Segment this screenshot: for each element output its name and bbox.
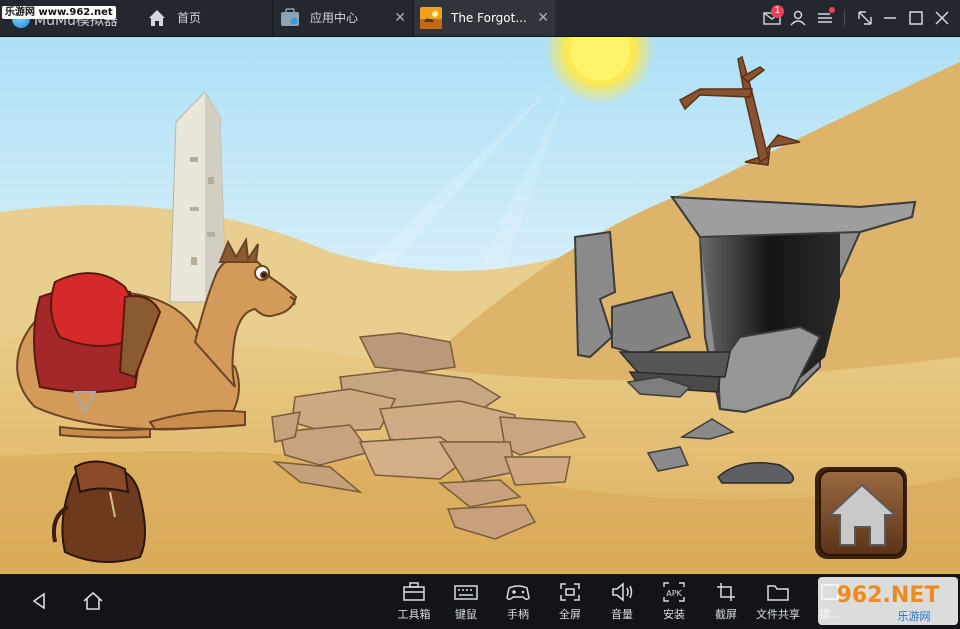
bottom-toolbar: 工具箱 键鼠 手柄 全屏 音量 APK 安装 截屏 文件共享 — [0, 575, 960, 629]
folder-icon — [767, 585, 789, 601]
tab-game-label: The Forgot... — [451, 11, 527, 25]
tab-game-close-icon[interactable]: ✕ — [537, 0, 549, 36]
keyboard-mouse-label: 键鼠 — [455, 608, 477, 621]
tab-app-center-label: 应用中心 — [310, 11, 359, 25]
android-home-icon[interactable] — [80, 588, 106, 614]
notification-badge: 1 — [771, 5, 784, 18]
file-share-button[interactable]: 文件共享 — [754, 581, 802, 627]
volume-icon — [612, 582, 633, 602]
volume-button[interactable]: 音量 — [598, 581, 646, 627]
game-thumbnail-icon — [420, 7, 442, 29]
back-icon[interactable] — [26, 588, 52, 614]
shrink-icon[interactable] — [855, 8, 875, 28]
apk-text: APK — [666, 589, 682, 598]
home-button[interactable] — [815, 467, 907, 559]
keyboard-mouse-button[interactable]: 键鼠 — [442, 581, 490, 627]
tab-app-center-close-icon[interactable]: ✕ — [394, 0, 406, 36]
gamepad-label: 手柄 — [507, 608, 529, 621]
toolbox-button[interactable]: 工具箱 — [390, 581, 438, 627]
site-watermark: 962.NET 乐游网 — [818, 577, 958, 625]
app-center-icon — [281, 8, 299, 26]
toolbox-icon — [403, 582, 425, 601]
install-label: 安装 — [663, 608, 685, 621]
maximize-icon[interactable] — [906, 8, 926, 28]
close-icon[interactable] — [932, 8, 952, 28]
fullscreen-label: 全屏 — [559, 608, 581, 621]
file-share-label: 文件共享 — [756, 608, 800, 621]
game-viewport[interactable] — [0, 37, 960, 574]
tab-app-center[interactable]: 应用中心 ✕ — [272, 0, 412, 36]
fullscreen-icon — [560, 583, 580, 601]
gamepad-icon — [506, 585, 530, 601]
site-badge: 乐游网 www.962.net — [2, 6, 116, 19]
tab-home-label: 首页 — [177, 11, 202, 25]
screenshot-label: 截屏 — [715, 608, 737, 621]
crop-icon — [717, 583, 735, 601]
tab-home[interactable]: 首页 — [140, 0, 270, 36]
minimize-icon[interactable] — [880, 8, 900, 28]
screenshot-button[interactable]: 截屏 — [702, 581, 750, 627]
watermark-logo: 962.NET — [837, 583, 940, 608]
gamepad-button[interactable]: 手柄 — [494, 581, 542, 627]
install-apk-button[interactable]: APK 安装 — [650, 581, 698, 627]
apk-icon: APK — [663, 582, 685, 602]
user-icon[interactable] — [788, 8, 808, 28]
watermark-subtext: 乐游网 — [898, 610, 931, 623]
titlebar-divider — [844, 10, 845, 26]
desert-scene[interactable] — [0, 37, 960, 574]
title-bar: MuMu模拟器 乐游网 www.962.net 首页 应用中心 ✕ The Fo… — [0, 0, 960, 37]
tab-game[interactable]: The Forgot... ✕ — [413, 0, 555, 36]
volume-label: 音量 — [611, 608, 633, 621]
home-icon — [149, 10, 165, 26]
toolbox-label: 工具箱 — [397, 608, 431, 621]
keyboard-icon — [454, 585, 478, 600]
fullscreen-button[interactable]: 全屏 — [546, 581, 594, 627]
app-brand: MuMu模拟器 乐游网 www.962.net — [0, 0, 136, 36]
menu-alert-dot — [829, 7, 835, 13]
